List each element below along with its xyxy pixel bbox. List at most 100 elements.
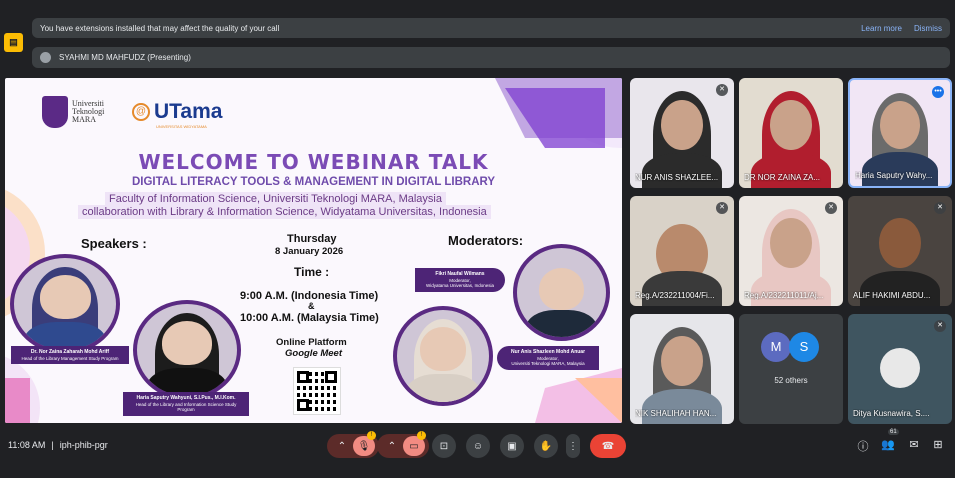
chevron-up-icon[interactable]: ⌃ — [381, 441, 403, 452]
captions-button[interactable]: ▣ — [500, 434, 524, 458]
event-date: 8 January 2026 — [275, 246, 344, 257]
speaker1-name: Dr. Nor Zaina Zaharah Mohd Ariff — [30, 349, 110, 355]
others-count: 52 others — [774, 376, 808, 385]
participant-name: NIK SHALIHAH HAN... — [635, 409, 717, 418]
presenting-bar: SYAHMI MD MAHFUDZ (Presenting) — [32, 47, 950, 68]
camera-control[interactable]: ⌃ ▭ ! — [377, 431, 429, 458]
uitm-name: Universiti Teknologi MARA — [72, 100, 104, 124]
participant-name: ALIF HAKIMI ABDU... — [853, 291, 931, 300]
emoji-button[interactable]: ☺ — [466, 434, 490, 458]
activities-icon[interactable]: ⊞ — [930, 438, 946, 451]
info-icon[interactable]: ⓘ — [855, 438, 871, 454]
platform-name: Google Meet — [285, 348, 343, 359]
moderator1-photo — [513, 244, 610, 341]
participant-name: Haria Saputry Wahy... — [855, 171, 933, 180]
others-tile[interactable]: M S 52 others — [739, 314, 843, 424]
webinar-subtitle: DIGITAL LITERACY TOOLS & MANAGEMENT IN D… — [131, 176, 496, 188]
moderator2-name: Nur Anis Shazleen Mohd Anuar — [510, 349, 586, 355]
speaker2-name: Haria Saputry Wahyuni, S.I.Pus., M.I.Kom… — [136, 395, 236, 401]
participants-count: 61 — [888, 429, 899, 435]
presenting-label: SYAHMI MD MAHFUDZ (Presenting) — [59, 53, 191, 62]
learn-more-link[interactable]: Learn more — [861, 24, 902, 33]
platform-label: Online Platform — [276, 337, 347, 348]
utama-logo: @ UTama UNIVERSITAS WIDYATAMA — [132, 100, 222, 129]
collaboration-line: collaboration with Library & Information… — [78, 205, 491, 219]
call-controls-bar: 11:08 AM | iph-phib-pgr ⌃ 🎙 ! ⌃ ▭ ! ⊡ ☺ ▣ … — [0, 429, 955, 478]
activities-icon[interactable]: ▤ — [4, 33, 23, 52]
speaker2-tag: Haria Saputry Wahyuni, S.I.Pus., M.I.Kom… — [123, 392, 249, 416]
participant-grid: ✕ NUR ANIS SHAZLEE... DR NOR ZAINA ZA...… — [628, 78, 952, 425]
separator: | — [51, 440, 54, 450]
more-options-button[interactable]: ⋮ — [566, 434, 580, 458]
utama-subtitle: UNIVERSITAS WIDYATAMA — [156, 124, 207, 129]
participant-tile[interactable]: ✕ Reg.A/232211011/Aj... — [739, 196, 843, 306]
speaker2-role: Head of the Library and Information Scie… — [135, 401, 237, 413]
emoji-icon: ☺ — [472, 440, 484, 452]
captions-icon: ▣ — [507, 440, 517, 452]
participant-tile[interactable]: ✕ Reg.A/232211004/Fi... — [630, 196, 734, 306]
extensions-notice: You have extensions installed that may a… — [32, 18, 950, 38]
raise-hand-button[interactable]: ✋ — [534, 434, 558, 458]
chevron-up-icon[interactable]: ⌃ — [331, 441, 353, 452]
participant-tile[interactable]: ✕ NUR ANIS SHAZLEE... — [630, 78, 734, 188]
mic-off-icon: ✕ — [934, 320, 946, 332]
participant-name: DR NOR ZAINA ZA... — [744, 173, 821, 182]
people-icon[interactable]: 👥 — [880, 438, 896, 451]
warning-badge: ! — [367, 431, 376, 440]
speaker1-photo — [10, 254, 120, 354]
warning-badge: ! — [417, 431, 426, 440]
presenter-avatar — [40, 52, 51, 63]
speaker1-role: Head of the Library Management Study Pro… — [21, 355, 119, 361]
webinar-title: WELCOME TO WEBINAR TALK — [138, 150, 489, 174]
time-malaysia: 10:00 A.M. (Malaysia Time) — [240, 312, 379, 324]
speaking-icon: ••• — [932, 86, 944, 98]
dismiss-button[interactable]: Dismiss — [914, 24, 942, 33]
moderator2-org: Universiti Teknologi MARA, Malaysia — [511, 361, 585, 366]
hand-icon: ✋ — [539, 440, 553, 452]
present-button[interactable]: ⊡ — [432, 434, 456, 458]
uitm-logo: Universiti Teknologi MARA — [42, 96, 104, 128]
shared-screen: Universiti Teknologi MARA @ UTama UNIVER… — [5, 78, 622, 423]
participant-tile[interactable]: ✕ ALIF HAKIMI ABDU... — [848, 196, 952, 306]
moderator1-tag: Fikri Naufal Wilmans Moderator, Widyatam… — [415, 268, 505, 292]
chat-icon[interactable]: ✉ — [906, 438, 922, 451]
moderator2-role: Moderator, — [537, 355, 559, 361]
participant-tile[interactable]: ✕ Ditya Kusnawira, S.... — [848, 314, 952, 424]
moderator1-role: Moderator, — [449, 277, 471, 283]
utama-at-icon: @ — [132, 103, 150, 121]
participant-name: NUR ANIS SHAZLEE... — [635, 173, 719, 182]
meeting-info: 11:08 AM | iph-phib-pgr — [8, 440, 108, 450]
leave-call-button[interactable]: ☎ — [590, 434, 626, 458]
hang-up-icon: ☎ — [601, 440, 615, 452]
clock: 11:08 AM — [8, 440, 46, 450]
participant-tile[interactable]: NIK SHALIHAH HAN... — [630, 314, 734, 424]
mic-control[interactable]: ⌃ 🎙 ! — [327, 431, 379, 458]
participant-name: Reg.A/232211011/Aj... — [744, 291, 824, 300]
faculty-line: Faculty of Information Science, Universi… — [105, 192, 446, 206]
moderator1-org: Widyatama Universitas, Indonesia — [425, 283, 495, 288]
speaker2-photo — [133, 300, 241, 400]
participant-tile-speaking[interactable]: ••• Haria Saputry Wahy... — [848, 78, 952, 188]
participant-tile[interactable]: DR NOR ZAINA ZA... — [739, 78, 843, 188]
mic-off-icon: ✕ — [825, 202, 837, 214]
mic-off-icon: ✕ — [716, 202, 728, 214]
notice-text: You have extensions installed that may a… — [40, 23, 280, 33]
moderator2-tag: Nur Anis Shazleen Mohd Anuar Moderator, … — [497, 346, 599, 370]
avatar — [880, 348, 920, 388]
speaker1-tag: Dr. Nor Zaina Zaharah Mohd Ariff Head of… — [11, 346, 129, 364]
meeting-code: iph-phib-pgr — [59, 440, 108, 450]
event-day: Thursday — [287, 233, 337, 245]
mic-off-icon: ✕ — [934, 202, 946, 214]
moderators-label: Moderators: — [448, 233, 524, 248]
moderator1-name: Fikri Naufal Wilmans — [435, 271, 485, 277]
more-vert-icon: ⋮ — [568, 440, 578, 452]
participant-name: Reg.A/232211004/Fi... — [635, 291, 715, 300]
avatar: S — [789, 332, 819, 362]
time-label: Time : — [294, 265, 330, 279]
time-and: & — [308, 301, 315, 311]
uitm-line-3: MARA — [72, 115, 97, 124]
mic-off-icon: ✕ — [716, 84, 728, 96]
present-icon: ⊡ — [439, 440, 449, 452]
participant-name: Ditya Kusnawira, S.... — [853, 409, 930, 418]
moderator2-photo — [393, 306, 493, 406]
